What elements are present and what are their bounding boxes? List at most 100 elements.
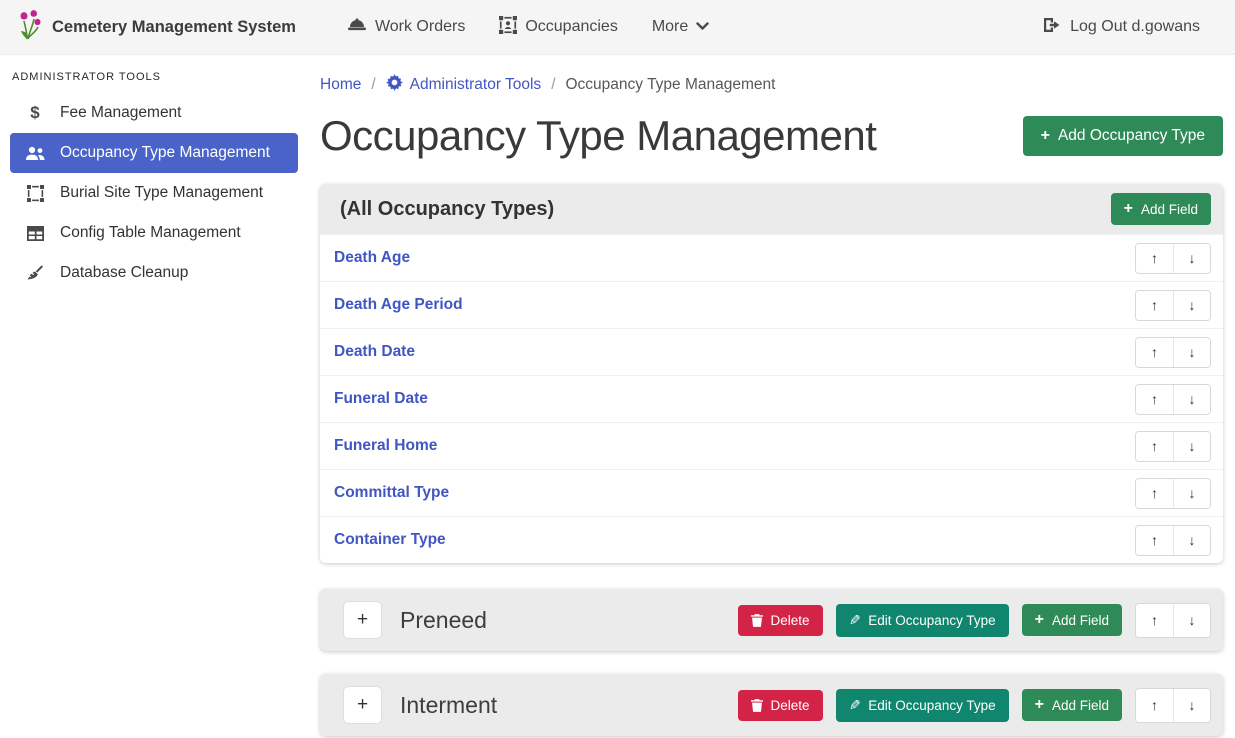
move-up-button[interactable]: ↑ <box>1136 338 1173 367</box>
move-down-button[interactable]: ↓ <box>1173 479 1210 508</box>
move-up-button[interactable]: ↑ <box>1136 291 1173 320</box>
sidebar-item-label: Burial Site Type Management <box>60 184 263 202</box>
expand-button[interactable]: + <box>344 687 381 723</box>
delete-button[interactable]: Delete <box>738 690 823 721</box>
occupancy-type-panel: + Interment Delete ✎ Edi <box>320 674 1223 736</box>
arrow-down-icon: ↓ <box>1189 438 1196 454</box>
gear-icon <box>386 74 403 96</box>
edit-occupancy-type-button[interactable]: ✎ Edit Occupancy Type <box>836 689 1009 722</box>
sidebar-item-config-table-management[interactable]: Config Table Management <box>10 213 298 253</box>
field-name-link[interactable]: Committal Type <box>334 484 449 502</box>
tulip-logo-icon <box>18 10 42 45</box>
sidebar: ADMINISTRATOR TOOLS $ Fee Management Occ… <box>0 55 308 738</box>
add-field-button[interactable]: + Add Field <box>1022 689 1122 721</box>
occupancy-type-panel: + Preneed Delete ✎ Edit <box>320 589 1223 651</box>
app-brand[interactable]: Cemetery Management System <box>18 10 296 45</box>
hard-hat-icon <box>347 17 367 37</box>
move-up-button[interactable]: ↑ <box>1136 526 1173 555</box>
trash-icon <box>751 614 763 627</box>
edit-occupancy-type-label: Edit Occupancy Type <box>868 698 995 713</box>
arrow-down-icon: ↓ <box>1189 612 1196 628</box>
arrow-down-icon: ↓ <box>1189 697 1196 713</box>
arrow-up-icon: ↑ <box>1151 532 1158 548</box>
arrow-down-icon: ↓ <box>1189 532 1196 548</box>
reorder-button-group: ↑ ↓ <box>1135 337 1211 368</box>
users-icon <box>24 146 46 161</box>
field-name-link[interactable]: Funeral Date <box>334 390 428 408</box>
arrow-up-icon: ↑ <box>1151 438 1158 454</box>
move-down-button[interactable]: ↓ <box>1173 338 1210 367</box>
arrow-down-icon: ↓ <box>1189 344 1196 360</box>
move-up-button[interactable]: ↑ <box>1136 432 1173 461</box>
arrow-down-icon: ↓ <box>1189 297 1196 313</box>
move-down-button[interactable]: ↓ <box>1173 291 1210 320</box>
nav-work-orders[interactable]: Work Orders <box>330 0 482 55</box>
sidebar-item-burial-site-type-management[interactable]: Burial Site Type Management <box>10 173 298 213</box>
expand-button[interactable]: + <box>344 602 381 638</box>
arrow-down-icon: ↓ <box>1189 485 1196 501</box>
field-name-link[interactable]: Death Date <box>334 343 415 361</box>
plus-icon: + <box>1035 612 1044 628</box>
move-up-button[interactable]: ↑ <box>1136 479 1173 508</box>
field-row: Death Age Period ↑ ↓ <box>320 281 1223 328</box>
nav-occupancies-label: Occupancies <box>525 18 618 36</box>
plus-icon: + <box>1035 697 1044 713</box>
delete-label: Delete <box>771 613 810 628</box>
add-field-label: Add Field <box>1052 698 1109 713</box>
all-occupancy-types-header: (All Occupancy Types) + Add Field <box>320 184 1223 234</box>
dollar-icon: $ <box>24 103 46 123</box>
field-name-link[interactable]: Death Age <box>334 249 410 267</box>
field-name-link[interactable]: Death Age Period <box>334 296 463 314</box>
field-name-link[interactable]: Container Type <box>334 531 446 549</box>
delete-button[interactable]: Delete <box>738 605 823 636</box>
sidebar-item-occupancy-type-management[interactable]: Occupancy Type Management <box>10 133 298 173</box>
move-down-button[interactable]: ↓ <box>1173 604 1210 637</box>
add-occupancy-type-button[interactable]: + Add Occupancy Type <box>1023 116 1223 156</box>
sidebar-item-database-cleanup[interactable]: Database Cleanup <box>10 253 298 293</box>
breadcrumb-home-link[interactable]: Home <box>320 76 361 94</box>
move-up-button[interactable]: ↑ <box>1136 385 1173 414</box>
logout-button[interactable]: Log Out d.gowans <box>1026 0 1217 55</box>
field-name-link[interactable]: Funeral Home <box>334 437 437 455</box>
main-content: Home / Administrator Tools / Occupancy T… <box>308 55 1235 738</box>
occupancy-type-actions: Delete ✎ Edit Occupancy Type + Add Field… <box>738 688 1211 723</box>
plus-icon: + <box>1124 201 1133 217</box>
top-navbar: Cemetery Management System Work Orders O… <box>0 0 1235 55</box>
page-title: Occupancy Type Management <box>320 112 876 160</box>
sidebar-item-label: Config Table Management <box>60 224 241 242</box>
sidebar-item-fee-management[interactable]: $ Fee Management <box>10 93 298 133</box>
add-field-label: Add Field <box>1052 613 1109 628</box>
move-down-button[interactable]: ↓ <box>1173 526 1210 555</box>
move-up-button[interactable]: ↑ <box>1136 689 1173 722</box>
panel-title: (All Occupancy Types) <box>340 198 554 221</box>
add-field-button[interactable]: + Add Field <box>1111 193 1211 225</box>
nav-occupancies[interactable]: Occupancies <box>482 0 635 55</box>
nav-more[interactable]: More <box>635 0 726 55</box>
logout-label: Log Out d.gowans <box>1070 18 1200 36</box>
delete-label: Delete <box>771 698 810 713</box>
arrow-down-icon: ↓ <box>1189 391 1196 407</box>
add-occupancy-type-label: Add Occupancy Type <box>1058 127 1205 145</box>
reorder-button-group: ↑ ↓ <box>1135 525 1211 556</box>
nav-work-orders-label: Work Orders <box>375 18 465 36</box>
reorder-button-group: ↑ ↓ <box>1135 243 1211 274</box>
breadcrumb-admin-tools-link[interactable]: Administrator Tools <box>386 74 542 96</box>
move-down-button[interactable]: ↓ <box>1173 432 1210 461</box>
nav-more-label: More <box>652 18 688 36</box>
move-down-button[interactable]: ↓ <box>1173 244 1210 273</box>
sidebar-heading: ADMINISTRATOR TOOLS <box>0 67 308 93</box>
reorder-button-group: ↑ ↓ <box>1135 290 1211 321</box>
arrow-up-icon: ↑ <box>1151 697 1158 713</box>
arrow-up-icon: ↑ <box>1151 250 1158 266</box>
move-down-button[interactable]: ↓ <box>1173 385 1210 414</box>
move-up-button[interactable]: ↑ <box>1136 604 1173 637</box>
move-up-button[interactable]: ↑ <box>1136 244 1173 273</box>
move-down-button[interactable]: ↓ <box>1173 689 1210 722</box>
edit-occupancy-type-label: Edit Occupancy Type <box>868 613 995 628</box>
edit-occupancy-type-button[interactable]: ✎ Edit Occupancy Type <box>836 604 1009 637</box>
occupancy-type-name: Preneed <box>400 607 487 634</box>
sidebar-item-label: Database Cleanup <box>60 264 188 282</box>
arrow-up-icon: ↑ <box>1151 485 1158 501</box>
add-field-button[interactable]: + Add Field <box>1022 604 1122 636</box>
reorder-button-group: ↑ ↓ <box>1135 431 1211 462</box>
